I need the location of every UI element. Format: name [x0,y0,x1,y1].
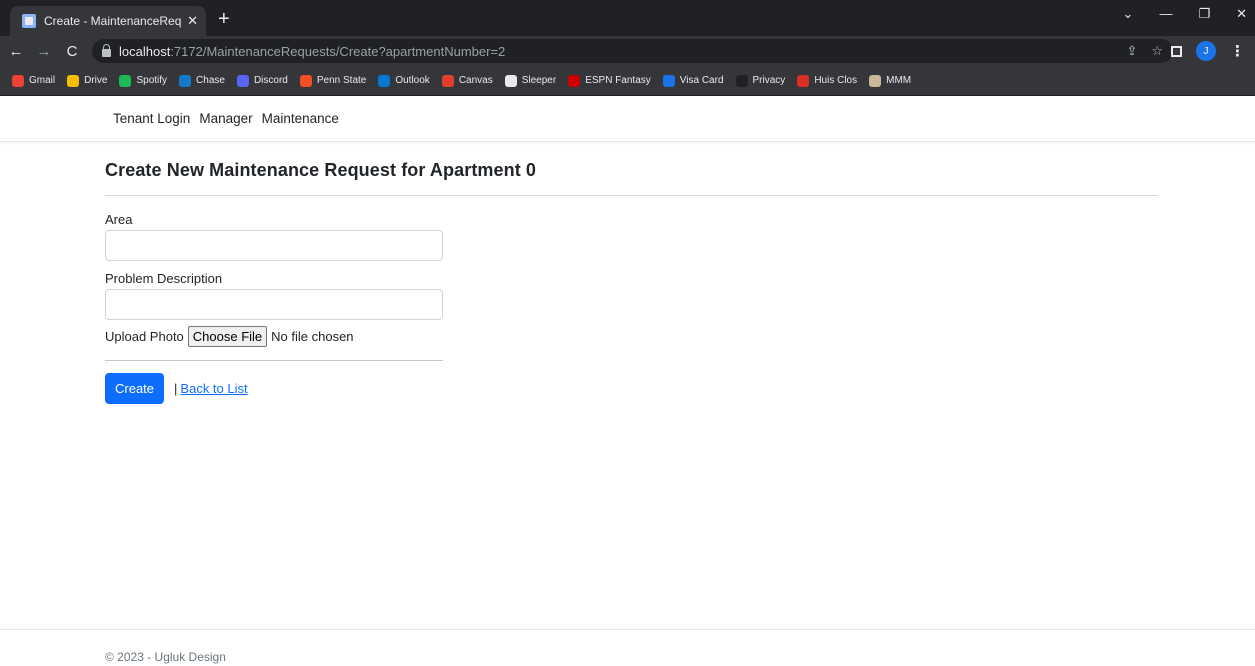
new-tab-button[interactable]: + [218,9,230,29]
browser-chrome: Create - MaintenanceRequestAp ✕ + ⌄ — ❐ … [0,0,1255,96]
bookmark-label: Canvas [458,75,493,86]
file-status-text: No file chosen [271,329,354,344]
back-button[interactable]: ← [4,43,28,60]
bookmark-discord[interactable]: Discord [236,74,288,87]
side-panel-icon[interactable] [1171,45,1182,57]
bookmark-label: Chase [196,75,225,86]
site-footer: © 2023 - Ugluk Design [0,629,1255,666]
bookmark-label: Privacy [752,75,786,86]
form-divider [105,360,443,361]
bookmark-favicon-icon [12,74,24,87]
action-separator: | [174,381,178,396]
bookmark-favicon-icon [441,74,454,87]
share-icon[interactable]: ⇪ [1126,43,1137,59]
form-actions: Create | Back to List [105,373,443,404]
bookmark-label: Discord [253,75,288,86]
bookmark-favicon-icon [568,74,581,87]
bookmark-favicon-icon [67,74,80,87]
minimize-button[interactable]: — [1159,6,1172,22]
browser-toolbar: ← → C localhost:7172/MaintenanceRequests… [0,36,1255,66]
bookmark-huis-clos[interactable]: Huis Clos [797,74,858,87]
bookmark-label: ESPN Fantasy [585,75,651,86]
nav-link-manager[interactable]: Manager [199,111,252,126]
bookmark-favicon-icon [179,74,192,87]
bookmark-label: Visa Card [679,75,724,86]
bookmark-label: Gmail [29,75,56,86]
problem-description-label: Problem Description [105,271,223,286]
bookmark-label: MMM [886,75,912,86]
tab-search-icon[interactable]: ⌄ [1123,6,1134,22]
page-title: Create New Maintenance Request for Apart… [105,160,537,180]
bookmark-favicon-icon [378,74,391,87]
title-divider [105,195,1158,196]
bookmark-favicon-icon [869,74,882,87]
tab-title: Create - MaintenanceRequestAp [44,14,182,28]
bookmark-sleeper[interactable]: Sleeper [504,74,557,87]
url-host: localhost [119,43,171,59]
bookmark-favicon-icon [236,74,249,87]
bookmark-chase[interactable]: Chase [179,74,225,87]
bookmark-drive[interactable]: Drive [67,74,108,87]
close-window-button[interactable]: ✕ [1236,6,1247,22]
omnibox-actions: ⇪ ☆ [1126,43,1163,59]
back-to-list-link[interactable]: Back to List [180,381,247,396]
bookmark-spotify[interactable]: Spotify [119,74,168,87]
restore-button[interactable]: ❐ [1198,6,1210,22]
upload-photo-row: Upload Photo Choose File No file chosen [105,326,443,347]
window-controls: ⌄ — ❐ ✕ [1123,6,1247,22]
main-content: Create New Maintenance Request for Apart… [0,160,1255,404]
bookmark-label: Drive [84,75,108,86]
bookmark-privacy[interactable]: Privacy [735,74,786,87]
footer-copyright: © 2023 - Ugluk Design [105,650,226,664]
site-navbar: Tenant Login Manager Maintenance [0,96,1255,142]
bookmark-favicon-icon [504,74,517,87]
choose-file-button[interactable]: Choose File [187,326,268,347]
bookmark-visa-card[interactable]: Visa Card [662,74,724,87]
bookmark-mmm[interactable]: MMM [869,74,912,87]
bookmark-favicon-icon [662,74,675,87]
forward-button[interactable]: → [32,43,56,60]
lock-icon[interactable] [102,43,111,57]
browser-menu-icon[interactable]: ⋮ [1230,42,1245,60]
bookmark-label: Penn State [316,75,367,86]
address-bar[interactable]: localhost:7172/MaintenanceRequests/Creat… [92,39,1173,63]
bookmark-label: Huis Clos [814,75,858,86]
tab-strip: Create - MaintenanceRequestAp ✕ + ⌄ — ❐ … [0,0,1255,36]
nav-link-maintenance[interactable]: Maintenance [262,111,339,126]
bookmark-gmail[interactable]: Gmail [12,74,56,87]
tab-close-icon[interactable]: ✕ [187,13,198,29]
bookmark-label: Outlook [395,75,430,86]
bookmark-label: Spotify [136,75,168,86]
url-path: :7172/MaintenanceRequests/Create?apartme… [170,43,506,59]
bookmark-favicon-icon [299,74,312,87]
area-label: Area [105,212,133,227]
bookmark-favicon-icon [735,74,748,87]
toolbar-right: J ⋮ [1171,41,1245,61]
problem-description-input[interactable] [105,289,443,320]
bookmark-outlook[interactable]: Outlook [378,74,430,87]
bookmark-star-icon[interactable]: ☆ [1151,43,1163,59]
bookmark-label: Sleeper [521,75,557,86]
create-button[interactable]: Create [105,373,165,404]
bookmark-espn-fantasy[interactable]: ESPN Fantasy [568,74,651,87]
browser-tab[interactable]: Create - MaintenanceRequestAp ✕ [10,6,206,36]
bookmarks-bar: Gmail Drive Spotify Chase Discord Penn State O… [0,66,1255,96]
upload-photo-label: Upload Photo [105,329,184,344]
reload-button[interactable]: C [60,43,84,60]
nav-link-tenant-login[interactable]: Tenant Login [113,111,190,126]
bookmark-favicon-icon [119,74,132,87]
page-favicon-icon [22,14,36,28]
area-input[interactable] [105,230,443,261]
bookmark-canvas[interactable]: Canvas [441,74,493,87]
maintenance-request-form: Area Problem Description Upload Photo Ch… [105,212,443,404]
profile-avatar[interactable]: J [1196,41,1216,61]
bookmark-penn-state[interactable]: Penn State [299,74,367,87]
bookmark-favicon-icon [797,74,810,87]
